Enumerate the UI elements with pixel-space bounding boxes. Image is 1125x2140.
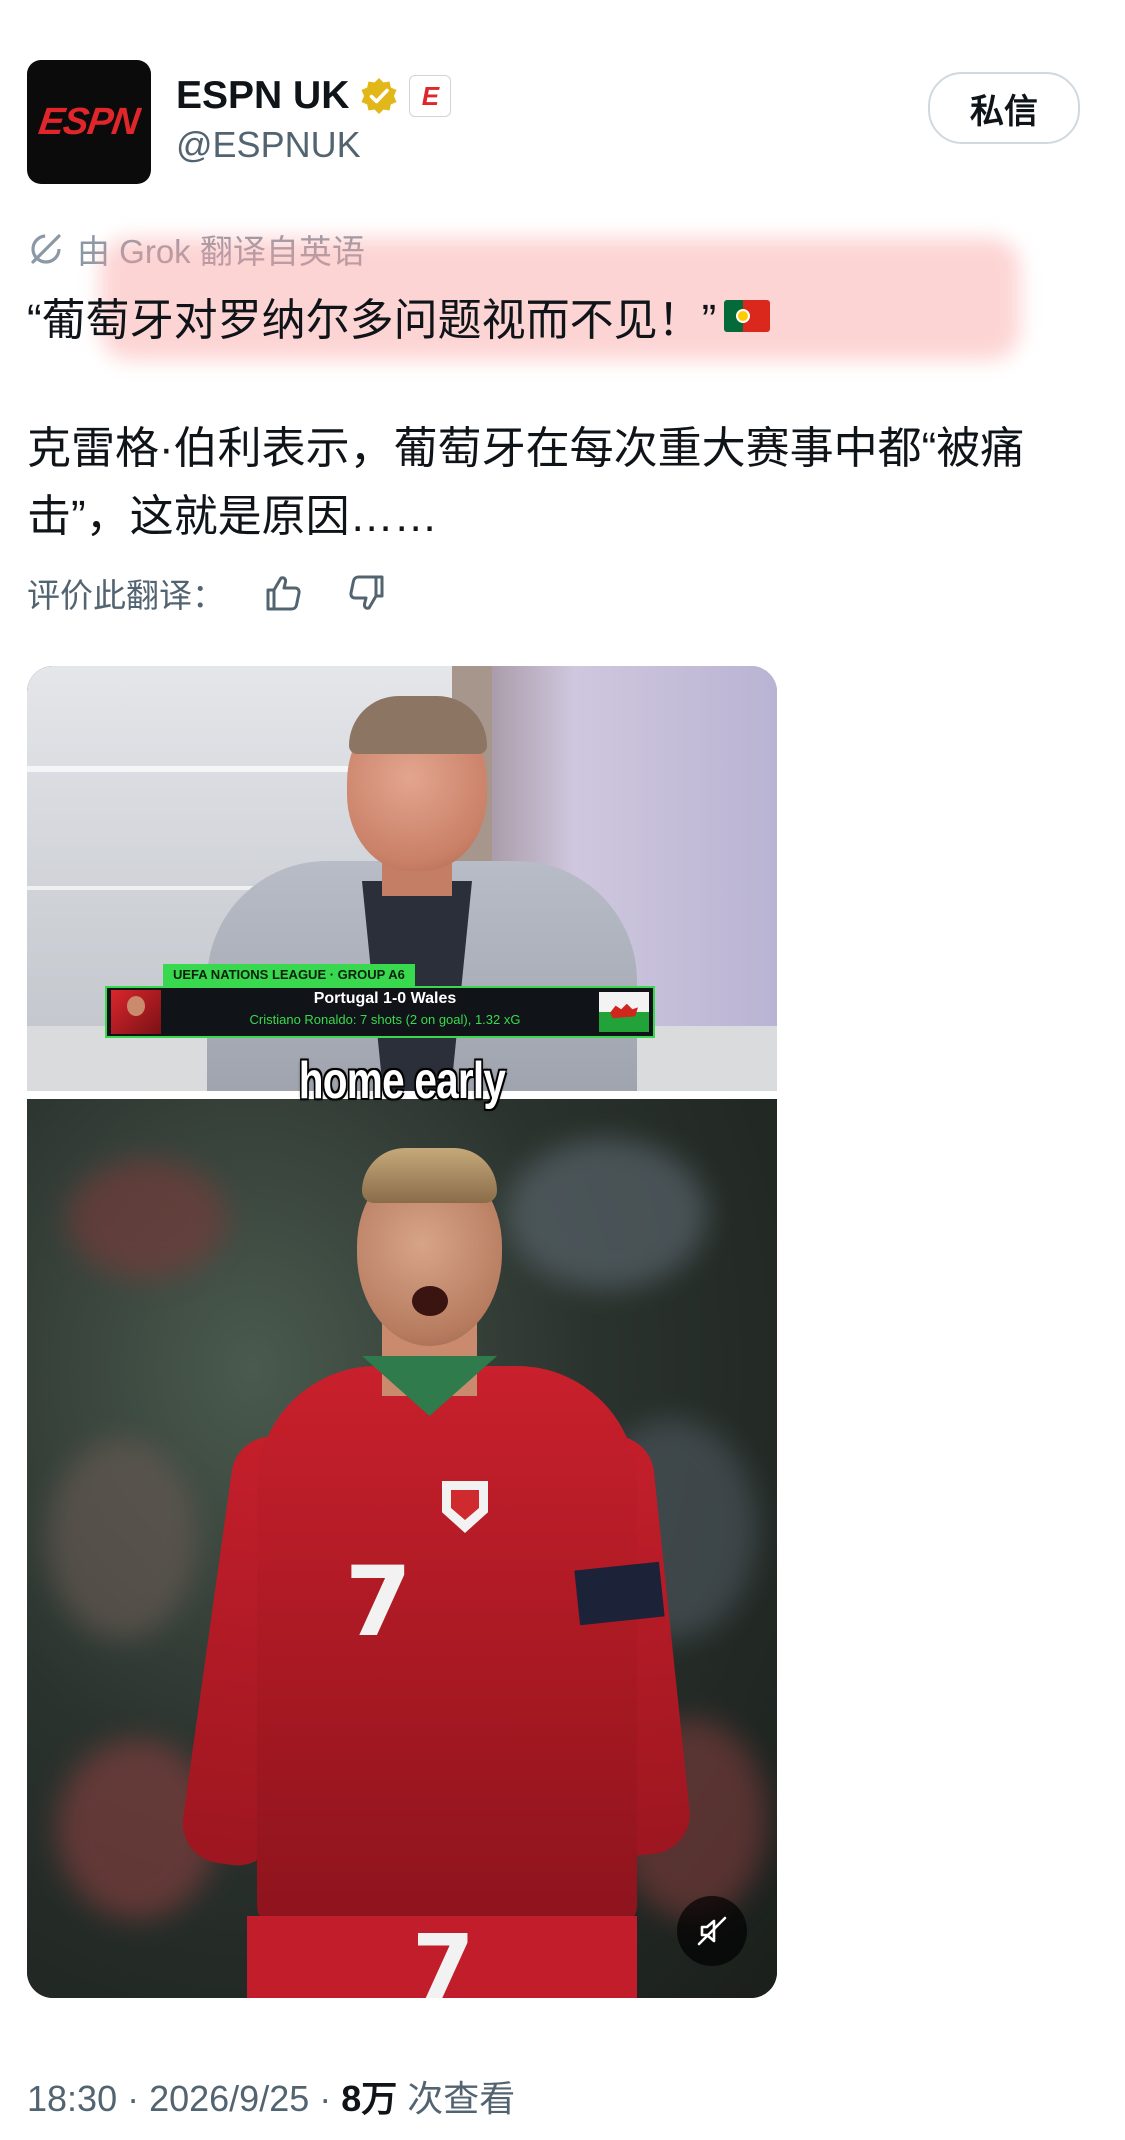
portugal-flag-icon — [724, 300, 771, 332]
shorts-number: 7 — [412, 1916, 475, 1998]
display-name[interactable]: ESPN UK — [176, 74, 349, 118]
captain-armband — [574, 1561, 665, 1626]
rate-translation-label: 评价此翻译： — [27, 577, 225, 614]
post-time[interactable]: 18:30 — [27, 2078, 117, 2120]
lower-third-photo — [111, 990, 161, 1034]
studio-scene: UEFA NATIONS LEAGUE · GROUP A6 Portugal … — [27, 666, 777, 1101]
rate-translation-row: 评价此翻译： — [27, 568, 389, 618]
mute-icon — [697, 1916, 727, 1946]
post-meta: 18:30 · 2026/9/25 · 8万 次查看 — [27, 2070, 515, 2122]
thumbs-down-icon[interactable] — [345, 571, 389, 615]
post-video[interactable]: UEFA NATIONS LEAGUE · GROUP A6 Portugal … — [27, 666, 777, 1998]
lower-third-stat: Cristiano Ronaldo: 7 shots (2 on goal), … — [249, 1012, 521, 1027]
broadcast-lower-third: UEFA NATIONS LEAGUE · GROUP A6 Portugal … — [105, 964, 655, 1038]
lower-third-tag: UEFA NATIONS LEAGUE · GROUP A6 — [163, 964, 415, 986]
account-handle[interactable]: @ESPNUK — [176, 124, 361, 166]
account-name-row: ESPN UK E — [176, 70, 452, 122]
mute-button[interactable] — [677, 1896, 747, 1966]
dm-button[interactable]: 私信 — [928, 72, 1080, 144]
account-avatar[interactable]: ESPN — [27, 60, 151, 184]
video-caption: home early — [298, 1052, 506, 1110]
post-body: 克雷格·伯利表示，葡萄牙在每次重大赛事中都“被痛击”，这就是原因…… — [27, 424, 1025, 541]
verified-badge-icon — [361, 78, 397, 114]
jersey-number: 7 — [345, 1546, 412, 1658]
views-count[interactable]: 8万 — [341, 2070, 397, 2122]
affiliate-badge-label: E — [421, 80, 440, 111]
meta-separator: · — [319, 2078, 332, 2119]
espn-logo: ESPN — [36, 100, 142, 143]
post-headline-text: “葡萄牙对罗纳尔多问题视而不见！” — [27, 296, 717, 345]
affiliate-badge[interactable]: E — [409, 75, 452, 117]
thumbs-up-icon[interactable] — [261, 571, 305, 615]
post-date[interactable]: 2026/9/25 — [149, 2078, 309, 2120]
lower-third-score: Portugal 1-0 Wales — [313, 990, 457, 1007]
grok-icon — [31, 234, 61, 264]
views-label: 次查看 — [407, 2078, 516, 2119]
post-headline: “葡萄牙对罗纳尔多问题视而不见！” — [27, 284, 771, 348]
meta-separator: · — [127, 2078, 140, 2119]
